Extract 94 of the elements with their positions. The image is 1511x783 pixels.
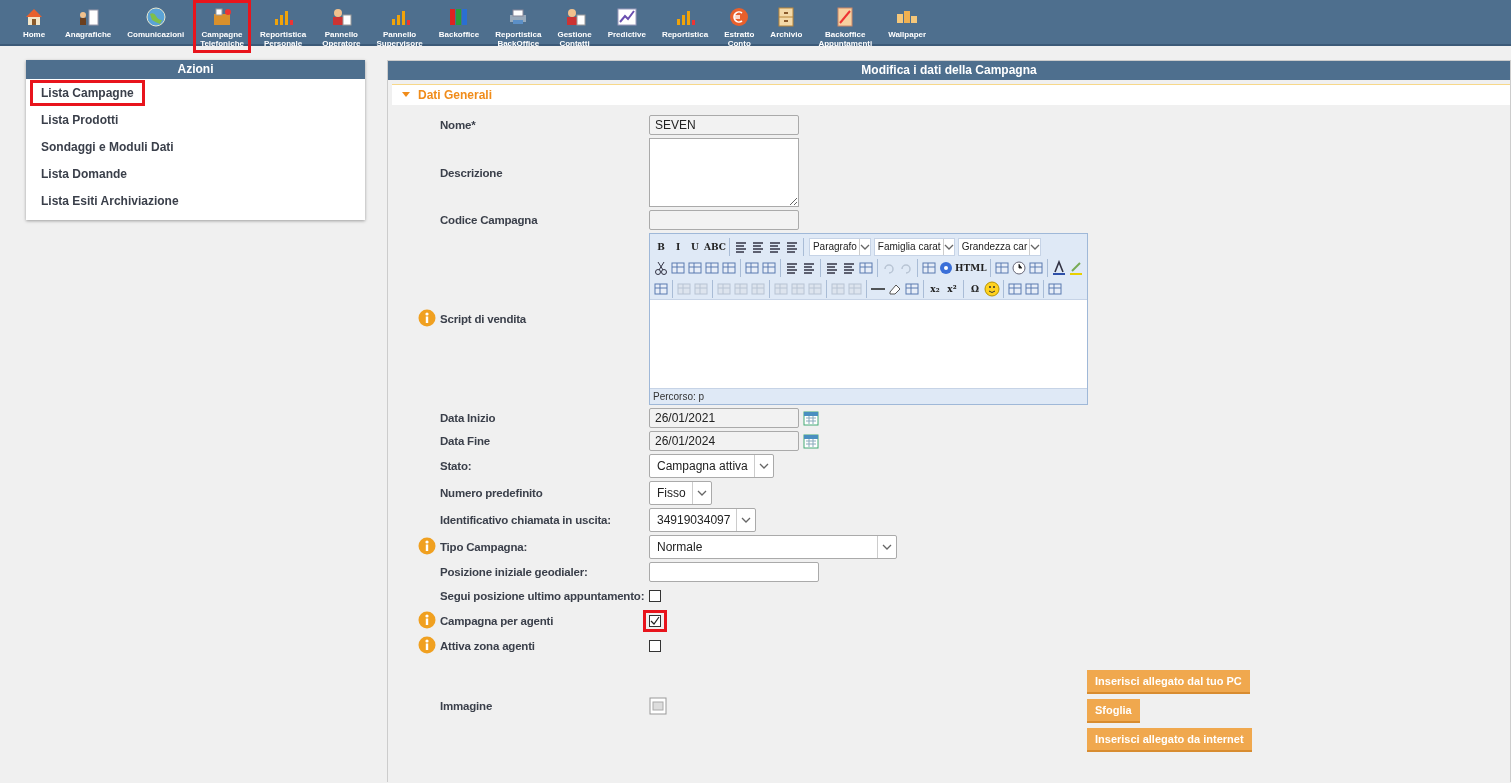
text-field[interactable] xyxy=(649,562,819,582)
nav-button[interactable]: Gestione Contatti xyxy=(550,0,599,54)
nav-button[interactable]: Backoffice xyxy=(431,0,487,45)
field-label: Identificativo chiamata in uscita: xyxy=(440,514,612,526)
dropdown[interactable]: Normale xyxy=(649,535,897,559)
field-label: Campagna per agenti xyxy=(440,615,555,627)
check-icon xyxy=(650,616,660,626)
field-label: Codice Campagna xyxy=(440,214,539,226)
format-dropdown[interactable]: Paragrafo xyxy=(808,237,871,256)
euro-icon xyxy=(728,6,751,28)
table-col-icon[interactable] xyxy=(716,280,732,297)
nav-button[interactable]: Anagrafiche xyxy=(58,0,119,45)
sidebar-link[interactable]: Sondaggi e Moduli Dati xyxy=(30,134,185,160)
format-button[interactable]: x₂ xyxy=(927,280,943,297)
smiley-icon[interactable] xyxy=(984,280,1000,297)
help-icon[interactable] xyxy=(938,259,954,276)
field-label: Nome* xyxy=(440,119,477,131)
field-label: Descrizione xyxy=(440,166,504,179)
box-icon xyxy=(211,6,234,28)
checkbox[interactable] xyxy=(649,590,661,602)
dropdown[interactable]: 34919034097 xyxy=(649,508,757,532)
text-color-icon[interactable] xyxy=(1050,259,1067,276)
format-button[interactable]: HTML xyxy=(955,259,987,276)
field-label: Data Inizio xyxy=(440,412,497,424)
format-button[interactable]: B xyxy=(653,238,669,255)
sidebar-link[interactable]: Lista Campagne xyxy=(30,80,145,106)
date-field[interactable]: 26/01/2024 xyxy=(649,431,799,451)
sidebar-link[interactable]: Lista Domande xyxy=(30,161,138,187)
person-icon xyxy=(330,6,353,28)
format-dropdown[interactable]: Famiglia carat xyxy=(873,237,955,256)
nav-button[interactable]: Backoffice Appuntamenti xyxy=(811,0,880,54)
dropdown[interactable]: Fisso xyxy=(649,481,712,505)
nav-button[interactable]: Home xyxy=(12,0,56,45)
binders-icon xyxy=(447,6,470,28)
table-cell-icon[interactable] xyxy=(830,280,846,297)
dropdown[interactable]: Campagna attiva xyxy=(649,454,774,478)
caret-icon xyxy=(1030,243,1041,250)
nav-button[interactable]: Predictive xyxy=(600,0,653,45)
table-col-icon[interactable] xyxy=(733,280,749,297)
format-button[interactable]: ABC xyxy=(704,238,726,255)
info-icon xyxy=(418,635,436,654)
panel-title: Modifica i dati della Campagna xyxy=(388,61,1510,80)
nav-button[interactable]: Campagne Telefoniche xyxy=(193,0,251,54)
table-col-icon[interactable] xyxy=(750,280,766,297)
nav-button[interactable]: Archivio xyxy=(763,0,810,45)
date-field[interactable]: 26/01/2021 xyxy=(649,408,799,428)
nav-button[interactable]: Reportistica Personale xyxy=(253,0,314,54)
checkbox[interactable] xyxy=(649,615,661,627)
nav-button[interactable]: Wallpaper xyxy=(881,0,934,45)
nav-button[interactable]: Reportistica BackOffice xyxy=(488,0,549,54)
image-placeholder-icon xyxy=(649,697,667,715)
nav-button[interactable]: Pannello Supervisore xyxy=(369,0,430,54)
checkbox[interactable] xyxy=(649,640,661,652)
scissors-icon[interactable] xyxy=(653,259,669,276)
info-icon xyxy=(418,308,436,327)
caret-icon xyxy=(859,243,870,250)
table-row-icon[interactable] xyxy=(676,280,692,297)
field-label: Segui posizione ultimo appuntamento: xyxy=(440,590,646,602)
field-label: Numero predefinito xyxy=(440,487,544,499)
caret-icon xyxy=(696,490,707,496)
nav-button[interactable]: Pannello Operatore xyxy=(315,0,368,54)
rich-text-editor[interactable]: B I U ABC Paragrafo Famiglia carat Grandezza car HTML x₂ x² Ω Percorso: p xyxy=(649,233,1088,405)
nav-button[interactable]: Reportistica xyxy=(654,0,716,45)
nav-button[interactable]: Comunicazioni xyxy=(120,0,192,45)
line-chart-icon xyxy=(615,6,638,28)
info-icon xyxy=(418,610,436,629)
field-label: Stato: xyxy=(440,460,473,472)
sidebar-link[interactable]: Lista Esiti Archiviazione xyxy=(30,188,190,214)
format-button[interactable]: U xyxy=(687,238,703,255)
sidebar-link[interactable]: Lista Prodotti xyxy=(30,107,130,133)
format-button[interactable]: I xyxy=(670,238,686,255)
field-label: Attiva zona agenti xyxy=(440,640,536,652)
panel-title: Azioni xyxy=(26,60,365,79)
info-icon xyxy=(418,536,436,555)
format-dropdown[interactable]: Grandezza car xyxy=(957,237,1042,256)
format-button[interactable]: Ω xyxy=(967,280,983,297)
caret-icon xyxy=(402,92,410,98)
field-label: Posizione iniziale geodialer: xyxy=(440,566,589,578)
caret-icon xyxy=(758,463,769,469)
field-label: Data Fine xyxy=(440,435,491,447)
table-cell-icon[interactable] xyxy=(847,280,863,297)
clock-icon[interactable] xyxy=(1010,259,1027,276)
caret-icon xyxy=(741,517,752,523)
caret-icon xyxy=(943,243,954,250)
table-row-icon[interactable] xyxy=(693,280,709,297)
field-label: Tipo Campagna: xyxy=(440,541,529,553)
field-label: Script di vendita xyxy=(440,313,528,325)
editor-path: Percorso: p xyxy=(650,388,1087,404)
text-area[interactable] xyxy=(649,138,799,207)
globe-icon xyxy=(144,6,167,28)
caret-icon xyxy=(882,544,892,550)
format-button[interactable]: x² xyxy=(944,280,960,297)
nav-button[interactable]: Estratto Conto xyxy=(717,0,762,54)
field-label: Immagine xyxy=(440,700,494,712)
